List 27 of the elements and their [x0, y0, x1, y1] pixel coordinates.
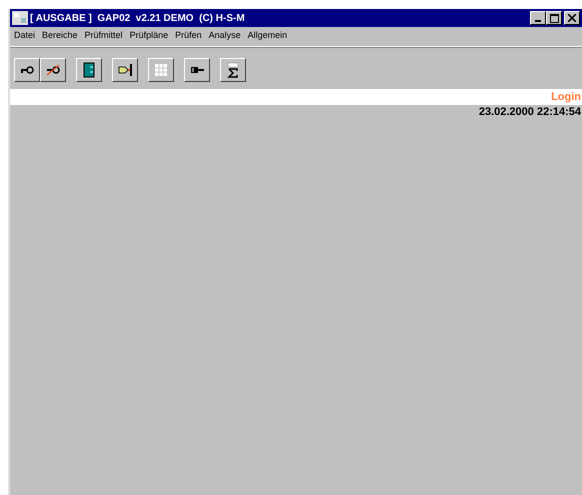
toolbar-button[interactable] — [184, 58, 210, 82]
window-title: [ AUSGABE ] GAP02 v2.21 DEMO (C) H-S-M — [30, 12, 246, 24]
maximize-icon — [550, 14, 558, 22]
minimize-button[interactable] — [530, 11, 546, 25]
close-icon — [568, 14, 576, 22]
sigma-icon — [225, 62, 241, 78]
date-time: 23.02.2000 22:14:54 — [478, 106, 581, 118]
maximize-button[interactable] — [546, 11, 562, 25]
arrow-box-icon — [117, 62, 133, 78]
crossed-key-icon — [45, 62, 61, 78]
menu-item[interactable]: Bereiche — [42, 30, 78, 43]
toolbar-button[interactable] — [148, 58, 174, 82]
toolbar-button[interactable] — [220, 58, 246, 82]
toolbar-button[interactable] — [40, 58, 66, 82]
toolbar-button[interactable] — [76, 58, 102, 82]
close-button[interactable] — [564, 11, 580, 25]
menu-item[interactable]: Allgemein — [248, 30, 288, 43]
menu-item[interactable]: Datei — [14, 30, 36, 43]
menu-item[interactable]: Prüfmittel — [84, 30, 123, 43]
menu-item[interactable]: Analyse — [208, 30, 241, 43]
toolbar-button[interactable] — [112, 58, 138, 82]
menu-item[interactable]: Prüfpläne — [130, 30, 168, 43]
menu-item[interactable]: Prüfen — [175, 30, 202, 43]
door-icon — [81, 62, 97, 78]
toolbar-button[interactable] — [14, 58, 40, 82]
grid-icon — [153, 62, 169, 78]
app-icon — [12, 11, 28, 25]
